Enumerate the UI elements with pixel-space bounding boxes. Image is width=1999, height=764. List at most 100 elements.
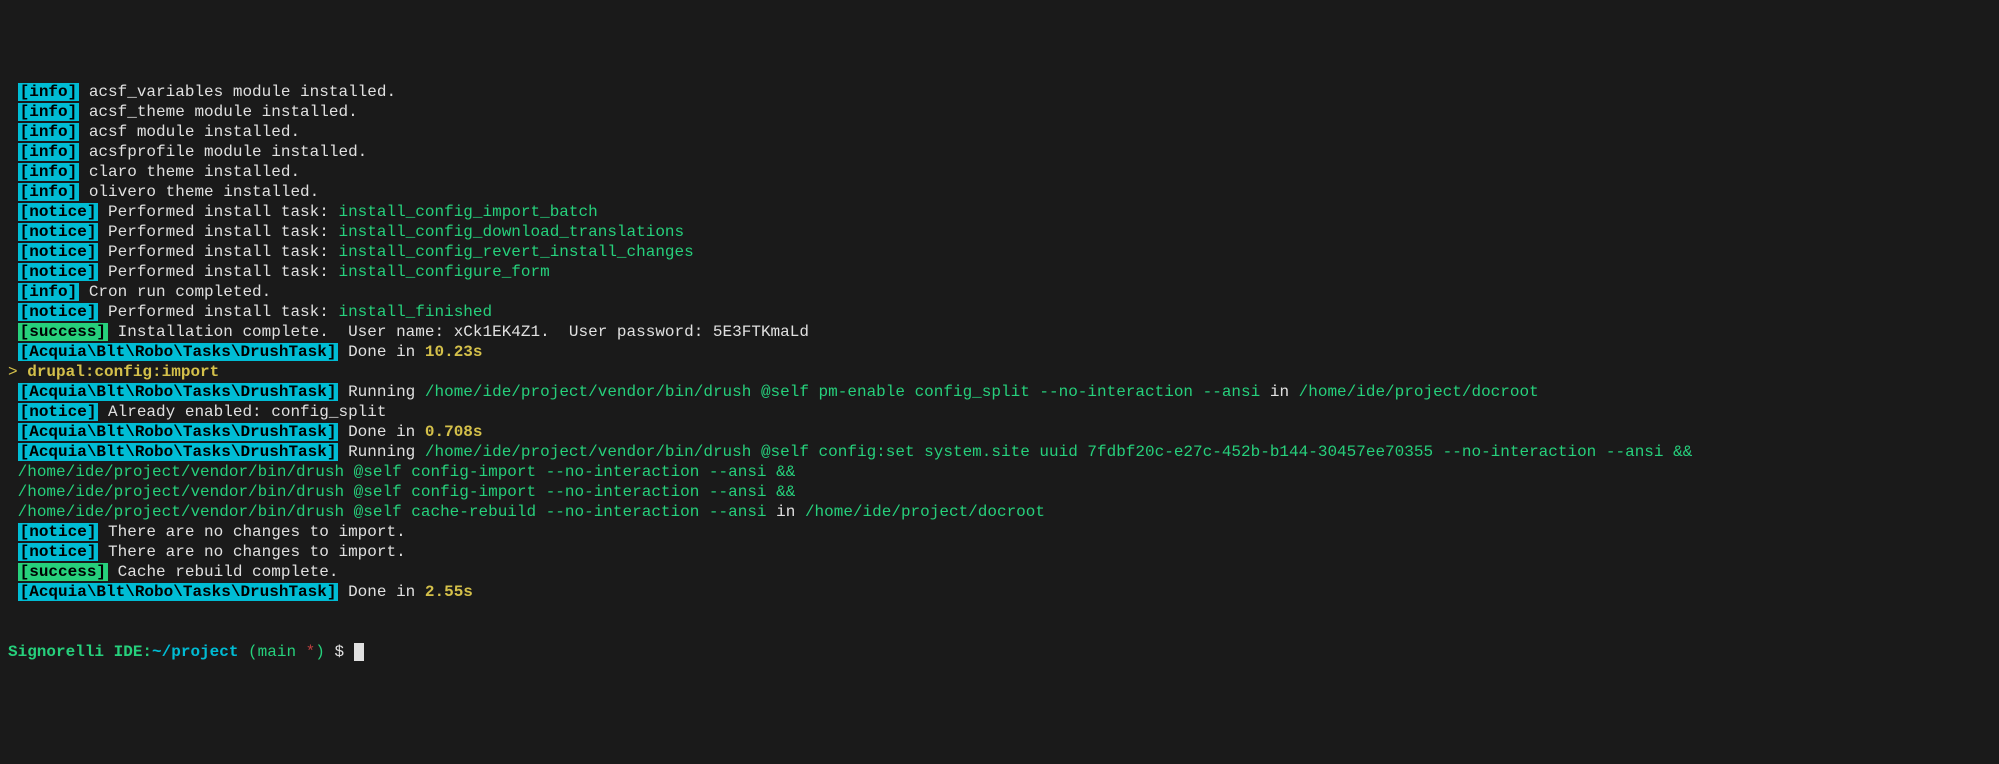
text-segment: install_config_download_translations	[338, 223, 684, 241]
notice-tag: [notice]	[18, 523, 99, 541]
notice-tag: [notice]	[18, 203, 99, 221]
prompt-line[interactable]: Signorelli IDE:~/project (main *) $	[8, 642, 1991, 662]
text-segment: Performed install task:	[98, 263, 338, 281]
text-segment: install_finished	[338, 303, 492, 321]
prompt-star: *	[296, 643, 315, 661]
success-tag: [success]	[18, 323, 108, 341]
terminal-line: [Acquia\Blt\Robo\Tasks\DrushTask] Done i…	[8, 342, 1991, 362]
task-tag: [Acquia\Blt\Robo\Tasks\DrushTask]	[18, 383, 339, 401]
text-segment: install_configure_form	[338, 263, 549, 281]
terminal-line: [notice] Performed install task: install…	[8, 202, 1991, 222]
terminal-line: [notice] Already enabled: config_split	[8, 402, 1991, 422]
terminal-line: [notice] Performed install task: install…	[8, 222, 1991, 242]
notice-tag: [notice]	[18, 543, 99, 561]
terminal-line: [info] claro theme installed.	[8, 162, 1991, 182]
terminal-line: [notice] There are no changes to import.	[8, 542, 1991, 562]
text-segment: /home/ide/project/vendor/bin/drush @self…	[8, 503, 767, 521]
text-segment: There are no changes to import.	[98, 523, 405, 541]
prompt-host: Signorelli IDE	[8, 643, 142, 661]
text-segment: Running	[338, 383, 424, 401]
info-tag: [info]	[18, 123, 80, 141]
text-segment: install_config_import_batch	[338, 203, 597, 221]
terminal-line: [info] acsf_theme module installed.	[8, 102, 1991, 122]
task-tag: [Acquia\Blt\Robo\Tasks\DrushTask]	[18, 443, 339, 461]
terminal-line: [success] Cache rebuild complete.	[8, 562, 1991, 582]
text-segment: 0.708s	[425, 423, 483, 441]
text-segment: claro theme installed.	[79, 163, 300, 181]
text-segment: Running	[338, 443, 424, 461]
text-segment: Performed install task:	[98, 223, 338, 241]
info-tag: [info]	[18, 283, 80, 301]
info-tag: [info]	[18, 83, 80, 101]
text-segment: acsf module installed.	[79, 123, 300, 141]
text-segment: Cron run completed.	[79, 283, 271, 301]
success-tag: [success]	[18, 563, 108, 581]
text-segment: /home/ide/project/docroot	[805, 503, 1045, 521]
terminal-line: [info] acsfprofile module installed.	[8, 142, 1991, 162]
terminal-line: [notice] Performed install task: install…	[8, 242, 1991, 262]
info-tag: [info]	[18, 103, 80, 121]
prompt-branch-close: )	[315, 643, 325, 661]
terminal-line: /home/ide/project/vendor/bin/drush @self…	[8, 482, 1991, 502]
text-segment: Performed install task:	[98, 303, 338, 321]
terminal-line: > drupal:config:import	[8, 362, 1991, 382]
terminal-line: [Acquia\Blt\Robo\Tasks\DrushTask] Runnin…	[8, 382, 1991, 402]
task-tag: [Acquia\Blt\Robo\Tasks\DrushTask]	[18, 343, 339, 361]
notice-tag: [notice]	[18, 263, 99, 281]
terminal-line: [notice] Performed install task: install…	[8, 262, 1991, 282]
notice-tag: [notice]	[18, 403, 99, 421]
notice-tag: [notice]	[18, 223, 99, 241]
text-segment: Done in	[338, 423, 424, 441]
text-segment: 10.23s	[425, 343, 483, 361]
prompt-dollar: $	[325, 643, 354, 661]
info-tag: [info]	[18, 183, 80, 201]
text-segment: /home/ide/project/vendor/bin/drush @self…	[8, 483, 795, 501]
terminal-line: [info] acsf_variables module installed.	[8, 82, 1991, 102]
text-segment: olivero theme installed.	[79, 183, 319, 201]
terminal-line: [notice] Performed install task: install…	[8, 302, 1991, 322]
prompt-path: ~/project	[152, 643, 238, 661]
info-tag: [info]	[18, 163, 80, 181]
terminal-line: [success] Installation complete. User na…	[8, 322, 1991, 342]
notice-tag: [notice]	[18, 243, 99, 261]
text-segment: /home/ide/project/docroot	[1299, 383, 1539, 401]
notice-tag: [notice]	[18, 303, 99, 321]
terminal-line: [Acquia\Blt\Robo\Tasks\DrushTask] Done i…	[8, 422, 1991, 442]
prompt-sep: :	[142, 643, 152, 661]
text-segment: Performed install task:	[98, 243, 338, 261]
text-segment: There are no changes to import.	[98, 543, 405, 561]
text-segment: Done in	[338, 583, 424, 601]
text-segment: /home/ide/project/vendor/bin/drush @self…	[8, 463, 795, 481]
text-segment: >	[8, 363, 18, 381]
text-segment: 2.55s	[425, 583, 473, 601]
terminal-line: [info] olivero theme installed.	[8, 182, 1991, 202]
text-segment: /home/ide/project/vendor/bin/drush @self…	[425, 443, 1692, 461]
terminal-line: /home/ide/project/vendor/bin/drush @self…	[8, 502, 1991, 522]
text-segment: install_config_revert_install_changes	[338, 243, 693, 261]
info-tag: [info]	[18, 143, 80, 161]
text-segment: drupal:config:import	[18, 363, 220, 381]
terminal-line: [notice] There are no changes to import.	[8, 522, 1991, 542]
text-segment: Done in	[338, 343, 424, 361]
terminal-line: /home/ide/project/vendor/bin/drush @self…	[8, 462, 1991, 482]
prompt-branch: main	[258, 643, 296, 661]
terminal-line: [info] acsf module installed.	[8, 122, 1991, 142]
text-segment: acsfprofile module installed.	[79, 143, 367, 161]
task-tag: [Acquia\Blt\Robo\Tasks\DrushTask]	[18, 583, 339, 601]
text-segment: in	[767, 503, 805, 521]
text-segment: /home/ide/project/vendor/bin/drush @self…	[425, 383, 1260, 401]
prompt-branch-open: (	[238, 643, 257, 661]
terminal-line: [info] Cron run completed.	[8, 282, 1991, 302]
text-segment: Cache rebuild complete.	[108, 563, 338, 581]
cursor	[354, 643, 364, 661]
text-segment: Performed install task:	[98, 203, 338, 221]
text-segment: acsf_variables module installed.	[79, 83, 396, 101]
terminal-output[interactable]: [info] acsf_variables module installed. …	[8, 82, 1991, 602]
text-segment: acsf_theme module installed.	[79, 103, 357, 121]
terminal-line: [Acquia\Blt\Robo\Tasks\DrushTask] Runnin…	[8, 442, 1991, 462]
text-segment: Installation complete. User name: xCk1EK…	[108, 323, 809, 341]
text-segment: in	[1260, 383, 1298, 401]
terminal-line: [Acquia\Blt\Robo\Tasks\DrushTask] Done i…	[8, 582, 1991, 602]
task-tag: [Acquia\Blt\Robo\Tasks\DrushTask]	[18, 423, 339, 441]
text-segment: Already enabled: config_split	[98, 403, 386, 421]
